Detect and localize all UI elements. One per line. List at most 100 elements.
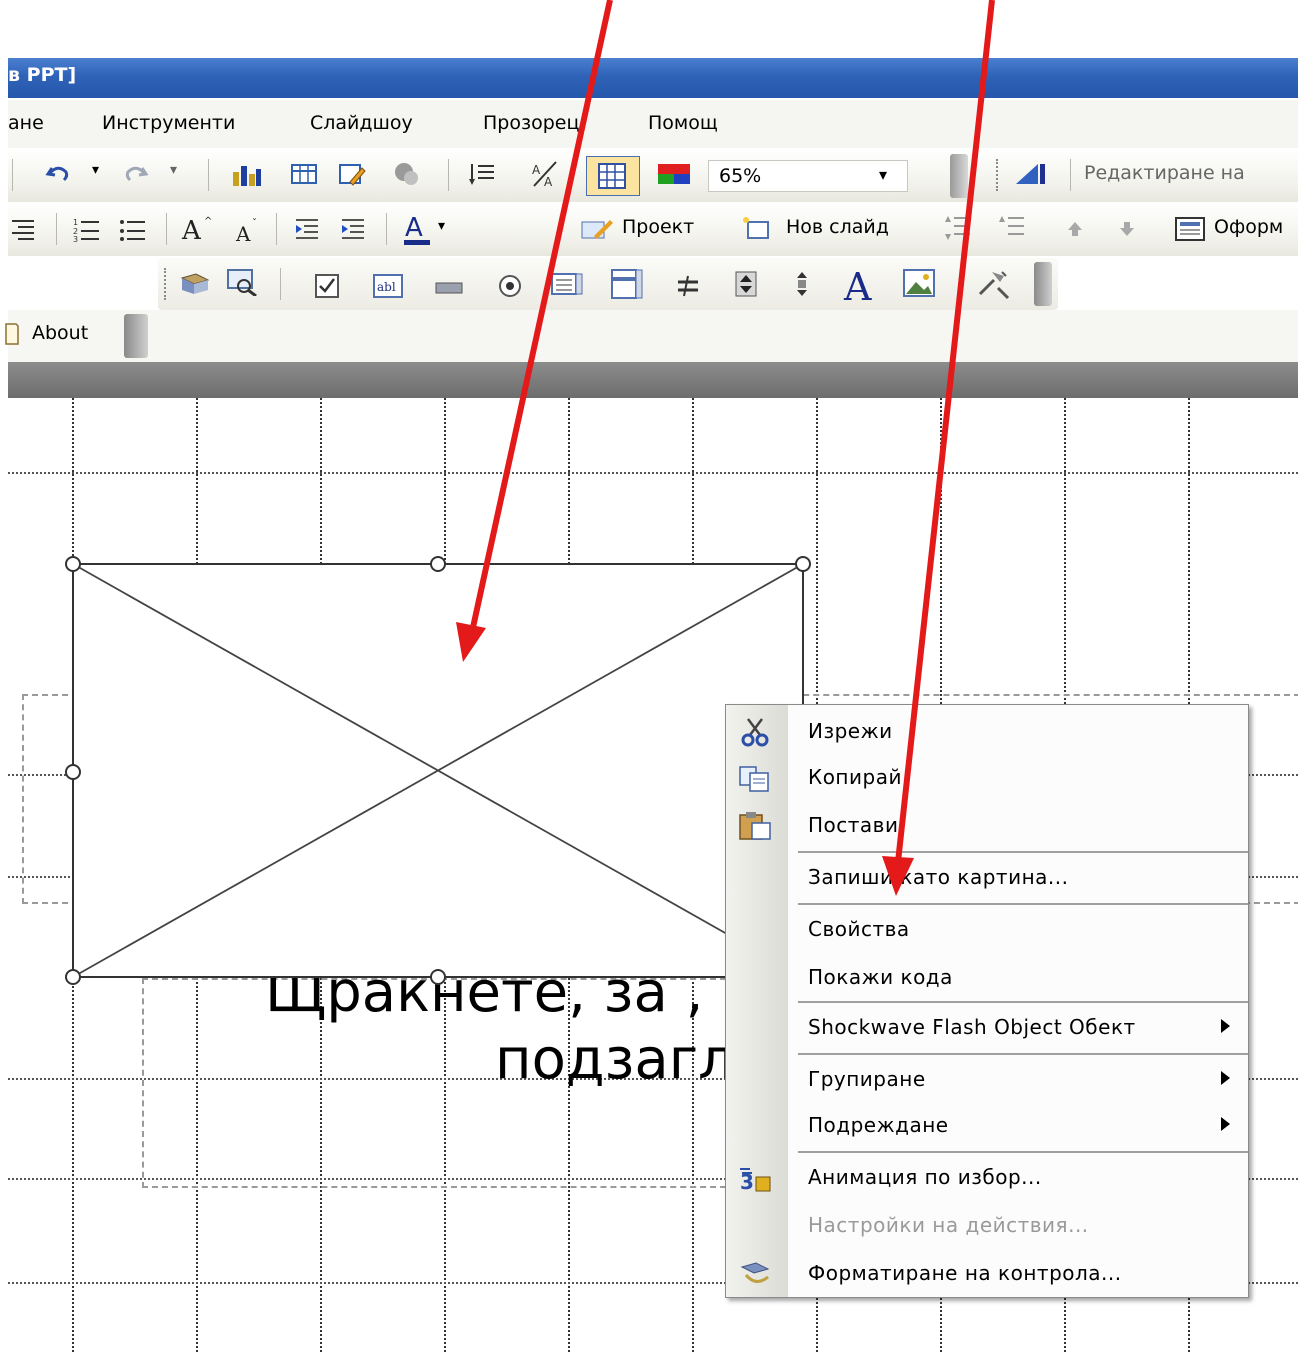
more-controls-icon[interactable] [976, 268, 1012, 300]
chevron-down-icon[interactable]: ▾ [879, 165, 887, 184]
show-grid-toggle[interactable] [586, 156, 640, 196]
font-color-icon[interactable]: A [402, 212, 434, 246]
textbox-control-icon[interactable]: abl [372, 272, 404, 300]
new-slide-icon [743, 217, 769, 239]
toolbar-separator [448, 159, 449, 191]
image-control-icon[interactable] [902, 268, 936, 300]
color-icon[interactable] [656, 160, 692, 188]
ctx-item-copy[interactable]: Копирай [739, 755, 1248, 801]
zoom-value: 65% [719, 165, 762, 187]
ctx-item-save-as-picture[interactable]: Запиши като картина... [788, 855, 1248, 901]
decrease-indent-icon[interactable] [292, 215, 320, 243]
toolbar-options-icon[interactable] [1034, 262, 1052, 306]
increase-indent-icon[interactable] [338, 215, 366, 243]
ctx-item-format-control[interactable]: Форматиране на контрола... [740, 1251, 1248, 1297]
new-slide-label: Нов слайд [786, 216, 889, 238]
reviewing-icon[interactable] [1012, 160, 1048, 188]
toolbar-options-icon[interactable] [124, 314, 148, 358]
properties-icon[interactable] [226, 268, 260, 296]
redo-dropdown-icon[interactable]: ▾ [170, 162, 177, 178]
ctx-item-label: Запиши като картина... [808, 865, 1069, 889]
design-mode-icon[interactable] [178, 270, 212, 298]
about-button[interactable]: About [32, 322, 88, 344]
format-control-icon [740, 1262, 770, 1283]
ctx-item-paste[interactable]: Постави [739, 803, 1248, 849]
new-slide-button[interactable]: Нов слайд [736, 212, 926, 246]
bullets-icon[interactable] [118, 215, 146, 243]
ctx-item-order[interactable]: Подреждане [788, 1103, 1248, 1149]
workspace-border [8, 362, 1298, 398]
ctx-item-label: Свойства [808, 917, 910, 941]
menu-item-window[interactable]: Прозорец [483, 112, 579, 134]
edit-reviewing-button[interactable]: Редактиране на [1084, 162, 1245, 184]
scroll-bar-control-icon[interactable] [792, 270, 812, 298]
ctx-item-label: Анимация по избор... [808, 1165, 1042, 1189]
list-box-control-icon[interactable] [550, 270, 584, 298]
toolbar-separator [1070, 159, 1071, 191]
ctx-item-label: Настройки на действия... [808, 1213, 1089, 1237]
insert-chart-icon[interactable] [230, 160, 264, 188]
design-label: Проект [622, 216, 695, 238]
flash-object[interactable] [60, 552, 820, 990]
ctx-item-label: Групиране [808, 1067, 926, 1091]
promote-icon[interactable] [944, 214, 972, 242]
resize-handle [430, 556, 446, 572]
zoom-combobox[interactable]: 65% ▾ [708, 160, 908, 192]
combo-box-control-icon[interactable] [610, 268, 644, 300]
demote-icon[interactable] [998, 214, 1026, 242]
svg-text:^: ^ [204, 216, 212, 227]
label-control-icon[interactable]: A [842, 266, 882, 304]
context-menu-separator [798, 903, 1248, 905]
standard-toolbar: ▾ ▾ AA 65% ▾ Редактиране на [8, 148, 1298, 202]
increase-font-size-icon[interactable]: A ^ [180, 214, 214, 242]
command-button-control-icon[interactable] [434, 274, 464, 302]
show-formatting-icon[interactable]: AA [530, 160, 558, 188]
slide-layout-button[interactable]: Оформ [1170, 212, 1298, 246]
font-color-dropdown-icon[interactable]: ▾ [438, 218, 445, 234]
tables-borders-icon[interactable] [338, 160, 366, 188]
insert-table-icon[interactable] [290, 160, 318, 188]
svg-text:3: 3 [73, 235, 78, 243]
copy-icon [739, 766, 769, 792]
decrease-font-size-icon[interactable]: Aˇ [234, 216, 262, 244]
custom-animation-icon: 3 [740, 1168, 771, 1193]
checkbox-control-icon[interactable] [314, 272, 340, 300]
svg-text:A: A [235, 222, 251, 244]
undo-dropdown-icon[interactable]: ▾ [92, 162, 99, 178]
spin-button-control-icon[interactable] [732, 270, 760, 298]
menu-item-slideshow[interactable]: Слайдшоу [310, 112, 413, 134]
ctx-item-label: Покажи кода [808, 965, 953, 989]
menu-item-tools[interactable]: Инструменти [102, 112, 235, 134]
toggle-button-control-icon[interactable] [674, 272, 702, 300]
toolbar-options-icon[interactable] [950, 154, 968, 198]
context-menu-separator [798, 1001, 1248, 1003]
ctx-item-grouping[interactable]: Групиране [788, 1057, 1248, 1103]
menu-item-help[interactable]: Помощ [648, 112, 718, 134]
expand-all-icon[interactable] [468, 160, 496, 188]
undo-icon[interactable] [44, 160, 72, 188]
ctx-item-view-code[interactable]: Покажи кода [788, 955, 1248, 1001]
toolbar-separator [960, 268, 961, 300]
design-button[interactable]: Проект [580, 212, 726, 246]
ctx-item-custom-animation[interactable]: 3 Анимация по избор... [740, 1155, 1248, 1201]
redo-icon[interactable] [122, 160, 150, 188]
move-down-icon[interactable] [1116, 216, 1138, 244]
toolbar-grip [996, 159, 999, 191]
toolbar-separator [166, 213, 167, 245]
option-button-control-icon[interactable] [496, 272, 524, 300]
ctx-item-flash-object[interactable]: Shockwave Flash Object Обект [788, 1005, 1248, 1051]
ctx-item-properties[interactable]: Свойства [788, 907, 1248, 953]
toolbar-separator [12, 159, 13, 191]
numbering-icon[interactable]: 123 [72, 215, 100, 243]
ctx-item-label: Изрежи [808, 719, 893, 743]
context-menu: Изрежи Копирай Постави Запиши като карти… [725, 704, 1249, 1298]
align-right-icon[interactable] [8, 215, 36, 243]
ctx-item-cut[interactable]: Изрежи [741, 709, 1248, 755]
ctx-item-label: Shockwave Flash Object Обект [808, 1015, 1136, 1039]
move-up-icon[interactable] [1064, 216, 1086, 244]
grid-line [8, 472, 1298, 474]
color-grayscale-icon[interactable] [392, 160, 420, 188]
toolbar-separator [276, 213, 277, 245]
paste-icon [739, 812, 771, 840]
menu-item-partial[interactable]: ане [8, 112, 44, 134]
